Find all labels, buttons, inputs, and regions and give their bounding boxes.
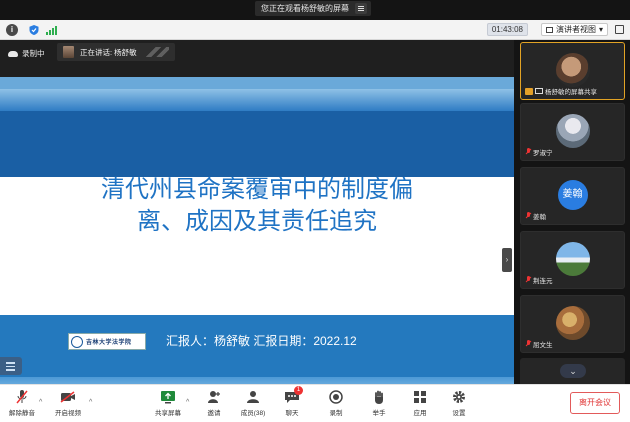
- share-screen-label: 共享屏幕: [155, 410, 181, 417]
- users-icon: [245, 389, 261, 405]
- slide-title-line2: 离、成因及其责任追究: [137, 207, 377, 235]
- video-off-icon: [60, 389, 76, 405]
- record-button[interactable]: 录制: [314, 389, 358, 417]
- audio-options-caret[interactable]: ^: [39, 399, 42, 406]
- cloud-record-icon: [8, 50, 18, 57]
- participant-tile[interactable]: 姜翰 姜翰: [520, 167, 625, 225]
- slide-title-line1: 清代州县命案覆审中的制度偏: [101, 175, 413, 203]
- chat-badge: 1: [294, 386, 303, 395]
- unmute-label: 解除静音: [9, 410, 35, 417]
- video-options-caret[interactable]: ^: [89, 399, 92, 406]
- mic-muted-icon: [525, 148, 531, 156]
- logo-text: 吉林大学法学院: [86, 340, 132, 346]
- participant-avatar: [555, 306, 590, 340]
- shield-icon[interactable]: [28, 24, 40, 36]
- meeting-window: 您正在观看杨舒敏的屏幕 i 01:43:08 演讲者视图 ▾ 录制中 正在讲话:…: [0, 0, 630, 422]
- scroll-down-icon[interactable]: ⌄: [560, 364, 586, 378]
- start-video-label: 开启视频: [55, 410, 81, 417]
- members-label: 成员(38): [240, 410, 266, 417]
- invite-label: 邀请: [207, 410, 221, 417]
- participant-avatar: [555, 53, 590, 87]
- share-screen-button[interactable]: 共享屏幕: [146, 389, 190, 417]
- unmute-button[interactable]: 解除静音: [0, 389, 44, 417]
- participant-name: 荆连元: [533, 278, 553, 285]
- participant-name: 罗淑宁: [533, 150, 553, 157]
- speaker-avatar: [63, 46, 74, 58]
- record-icon: [329, 389, 343, 405]
- participant-tile[interactable]: 屈文生: [520, 295, 625, 353]
- mic-muted-icon: [525, 276, 531, 284]
- participant-tile-partial: ⌄: [520, 358, 625, 384]
- fullscreen-icon[interactable]: [615, 25, 624, 34]
- watermark-icon: [142, 47, 169, 57]
- view-mode-label: 演讲者视图: [555, 25, 596, 34]
- apps-label: 应用: [413, 410, 427, 417]
- slide-title: 清代州县命案覆审中的制度偏 离、成因及其责任追究: [0, 173, 514, 237]
- participant-tile[interactable]: 荆连元: [520, 231, 625, 289]
- apps-icon: [413, 389, 427, 405]
- chat-label: 聊天: [285, 410, 299, 417]
- view-mode-button[interactable]: 演讲者视图 ▾: [540, 23, 608, 36]
- menu-icon[interactable]: [355, 3, 367, 14]
- recording-indicator: 录制中: [8, 48, 45, 59]
- banner-text: 您正在观看杨舒敏的屏幕: [261, 4, 349, 13]
- settings-label: 设置: [452, 410, 466, 417]
- participant-name: 杨舒敏的屏幕共享: [545, 89, 597, 96]
- shared-screen-area: 录制中 正在讲话: 杨舒敏 清代州县命案覆审中的制度偏 离、成因及其责任追究 吉…: [0, 40, 514, 402]
- start-video-button[interactable]: 开启视频: [46, 389, 90, 417]
- record-label: 录制: [329, 410, 343, 417]
- chat-button[interactable]: 1 聊天: [270, 386, 314, 417]
- participant-name-row: 屈文生: [525, 339, 553, 349]
- screen-share-banner[interactable]: 您正在观看杨舒敏的屏幕: [255, 1, 371, 16]
- presentation-slide: 清代州县命案覆审中的制度偏 离、成因及其责任追究 吉林大学法学院 汇报人：杨舒敏…: [0, 77, 514, 402]
- hand-icon: [373, 389, 385, 405]
- raise-hand-button[interactable]: 举手: [357, 389, 401, 417]
- share-options-caret[interactable]: ^: [186, 399, 189, 406]
- info-icon[interactable]: i: [6, 24, 18, 36]
- mic-off-icon: [15, 389, 29, 405]
- share-screen-icon: [160, 389, 176, 405]
- participant-name-row: 杨舒敏的屏幕共享: [525, 86, 597, 96]
- mic-muted-icon: [525, 212, 531, 220]
- meeting-timer: 01:43:08: [486, 23, 528, 36]
- participant-name: 屈文生: [533, 342, 553, 349]
- add-user-icon: [207, 389, 221, 405]
- participant-name: 姜翰: [533, 214, 546, 221]
- participant-tile[interactable]: 杨舒敏的屏幕共享: [520, 42, 625, 100]
- mic-muted-icon: [525, 340, 531, 348]
- gear-icon: [452, 389, 466, 405]
- collapse-panel-handle[interactable]: ›: [502, 248, 512, 272]
- seal-icon: [71, 335, 83, 348]
- participant-gallery: 杨舒敏的屏幕共享 罗淑宁 姜翰 姜翰 荆连元 屈文生 ⌄: [516, 40, 630, 384]
- reporter-info: 汇报人：杨舒敏 汇报日期：2022.12: [166, 334, 357, 348]
- participant-name-row: 罗淑宁: [525, 147, 553, 157]
- participant-name-row: 姜翰: [525, 211, 546, 221]
- monitor-icon: [535, 88, 543, 94]
- university-logo: 吉林大学法学院: [68, 333, 146, 350]
- members-button[interactable]: 成员(38): [231, 389, 275, 417]
- participant-tile[interactable]: 罗淑宁: [520, 103, 625, 161]
- share-screen-icon: [525, 87, 533, 95]
- slide-side-menu[interactable]: [0, 357, 22, 375]
- participant-name-row: 荆连元: [525, 275, 553, 285]
- chevron-down-icon: ▾: [598, 25, 603, 34]
- signal-icon[interactable]: [46, 25, 58, 35]
- view-icon: [545, 26, 553, 33]
- invite-button[interactable]: 邀请: [192, 389, 236, 417]
- speaking-indicator: 正在讲话: 杨舒敏: [57, 43, 175, 61]
- slide-header-band: [0, 77, 514, 177]
- participant-avatar: [555, 114, 590, 148]
- participant-avatar: [555, 242, 590, 276]
- speaking-label: 正在讲话: 杨舒敏: [80, 47, 137, 57]
- participant-avatar: 姜翰: [557, 180, 588, 210]
- chat-icon: 1: [284, 386, 303, 405]
- top-bar: i 01:43:08 演讲者视图 ▾: [0, 20, 630, 40]
- raise-hand-label: 举手: [372, 410, 386, 417]
- apps-button[interactable]: 应用: [398, 389, 442, 417]
- recording-label: 录制中: [22, 49, 45, 58]
- meeting-toolbar: 解除静音 ^ 开启视频 ^ 共享屏幕 ^ 邀请 成员(38) 1 聊天 录制 举…: [0, 384, 630, 422]
- leave-meeting-button[interactable]: 离开会议: [570, 392, 620, 414]
- settings-button[interactable]: 设置: [437, 389, 481, 417]
